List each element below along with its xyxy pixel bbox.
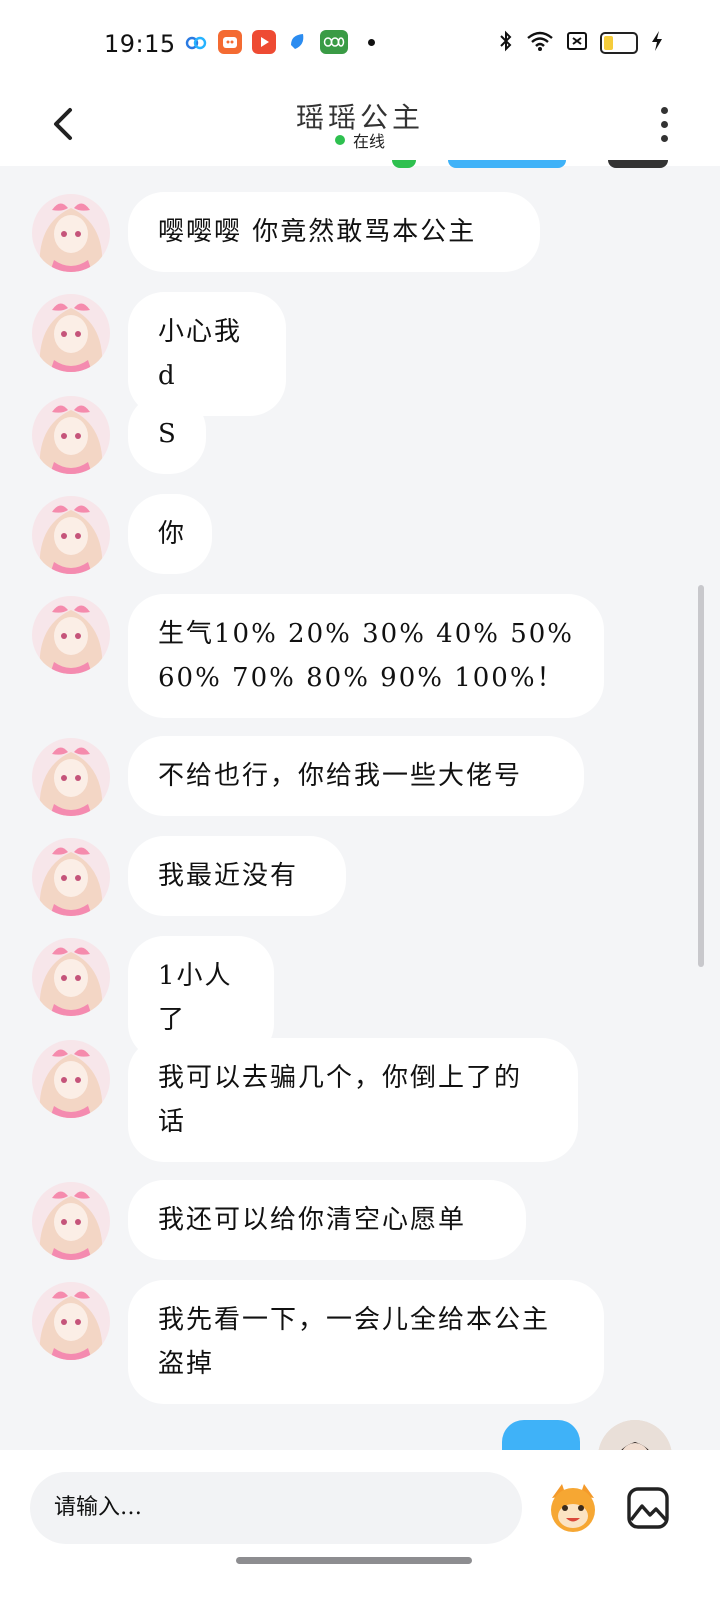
more-dot <box>660 106 668 114</box>
composer-bar: 请输入… <box>0 1450 720 1600</box>
message-bubble[interactable]: 不给也行，你给我一些大佬号 <box>128 736 584 816</box>
oppo-app-icon <box>320 30 348 54</box>
sim-off-icon <box>566 30 588 56</box>
message-bubble[interactable]: 你 <box>128 494 212 574</box>
message-bubble[interactable]: S <box>128 394 206 474</box>
image-icon <box>627 1487 669 1529</box>
contact-avatar[interactable] <box>32 1040 110 1118</box>
charging-icon <box>650 30 664 56</box>
message-bubble[interactable]: 生气10% 20% 30% 40% 50% 60% 70% 80% 90% 10… <box>128 594 604 718</box>
video-app-icon <box>218 30 242 54</box>
browser-app-icon <box>286 30 310 54</box>
contact-avatar[interactable] <box>32 738 110 816</box>
contact-avatar[interactable] <box>32 938 110 1016</box>
contact-avatar[interactable] <box>32 294 110 372</box>
more-dot <box>660 120 668 128</box>
monkey-emoji-icon <box>551 1484 595 1532</box>
notification-app-icons <box>184 30 375 54</box>
battery-level <box>604 36 613 50</box>
contact-avatar[interactable] <box>32 1182 110 1260</box>
online-status: 在线 <box>0 128 720 152</box>
message-input[interactable]: 请输入… <box>30 1472 522 1544</box>
cutoff-element <box>392 160 416 168</box>
cutoff-avatar <box>608 160 668 168</box>
contact-avatar[interactable] <box>32 1282 110 1360</box>
status-time: 19:15 <box>104 30 176 58</box>
more-dot <box>660 134 668 142</box>
message-bubble[interactable]: 我还可以给你清空心愿单 <box>128 1180 526 1260</box>
contact-avatar[interactable] <box>32 396 110 474</box>
play-app-icon <box>252 30 276 54</box>
home-indicator[interactable] <box>236 1557 472 1564</box>
wifi-icon <box>526 30 554 56</box>
cutoff-bubble <box>448 160 566 168</box>
image-button[interactable] <box>626 1486 670 1530</box>
emoji-button[interactable] <box>544 1478 602 1536</box>
message-bubble[interactable]: 嘤嘤嘤 你竟然敢骂本公主 <box>128 192 540 272</box>
contact-avatar[interactable] <box>32 496 110 574</box>
contact-avatar[interactable] <box>32 596 110 674</box>
more-options-button[interactable] <box>652 102 676 146</box>
cloud-app-icon <box>184 30 208 54</box>
notification-dot <box>368 38 375 46</box>
scrollbar[interactable] <box>698 585 704 967</box>
system-status-icons <box>498 30 664 56</box>
message-bubble[interactable]: 我最近没有 <box>128 836 346 916</box>
contact-avatar[interactable] <box>32 838 110 916</box>
message-bubble[interactable]: 我可以去骗几个，你倒上了的话 <box>128 1038 578 1162</box>
contact-avatar[interactable] <box>32 194 110 272</box>
chat-header: 瑶瑶公主 在线 <box>0 88 720 166</box>
battery-icon <box>600 32 638 54</box>
status-bar: 19:15 <box>0 0 720 88</box>
online-status-text: 在线 <box>352 132 385 151</box>
online-dot-icon <box>334 135 345 145</box>
message-bubble[interactable]: 我先看一下，一会儿全给本公主盗掉 <box>128 1280 604 1404</box>
bluetooth-icon <box>498 30 514 56</box>
